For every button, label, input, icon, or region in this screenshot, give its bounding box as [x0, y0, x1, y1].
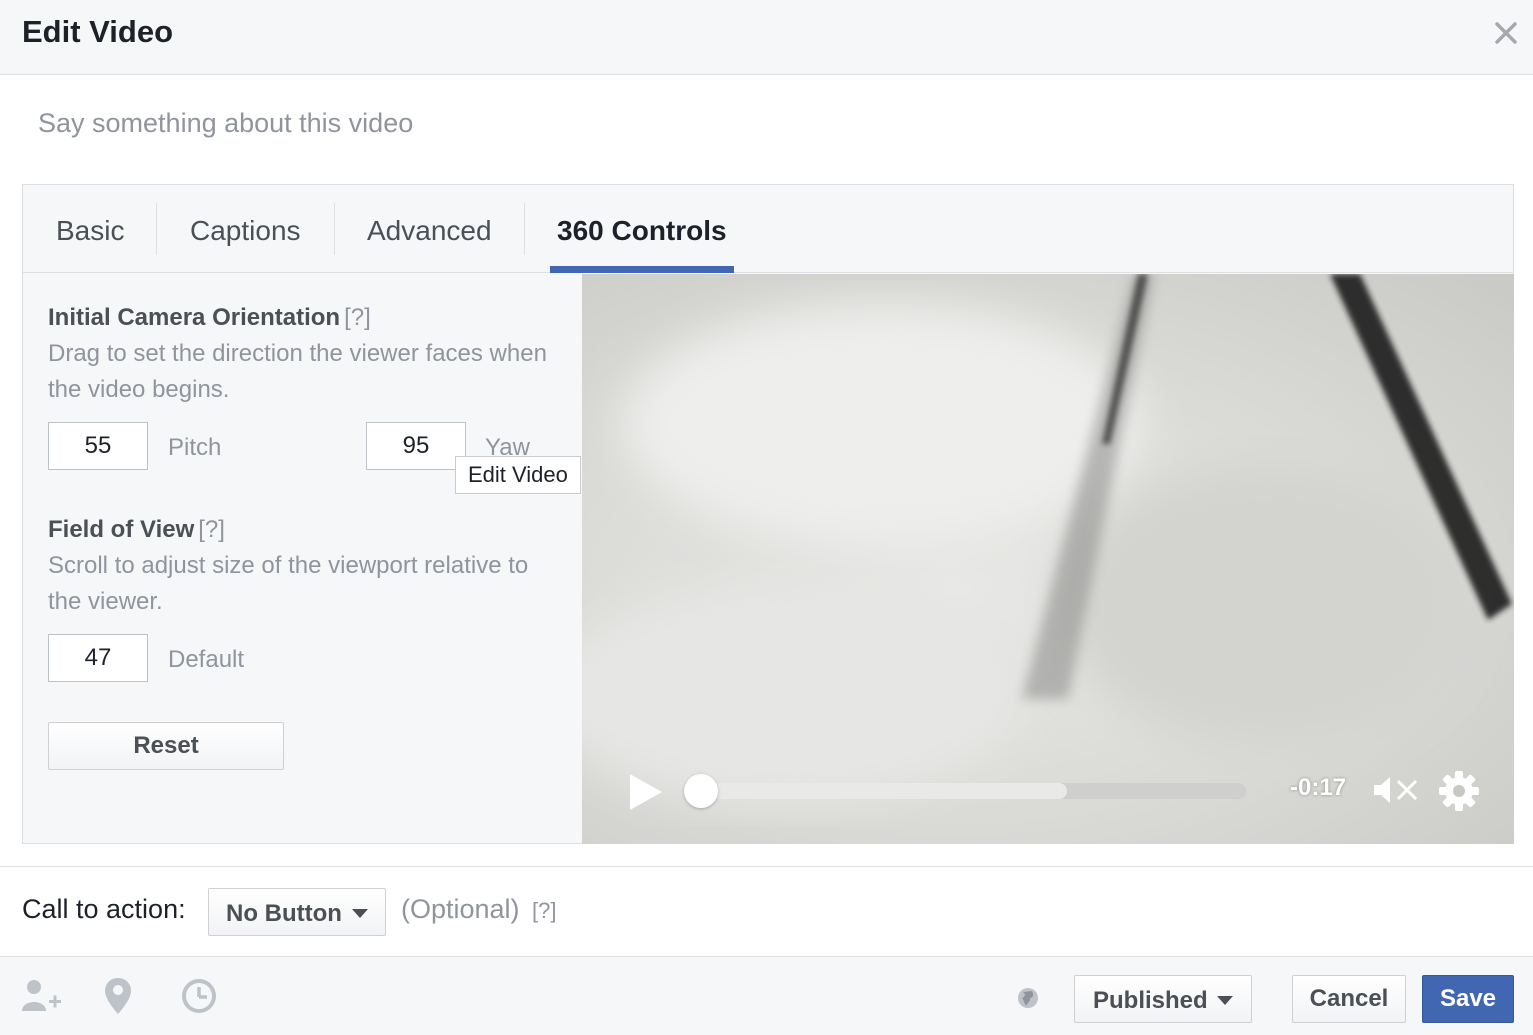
mute-icon[interactable] [1372, 775, 1420, 805]
privacy-value: Published [1093, 987, 1208, 1014]
camera-orientation-title: Initial Camera Orientation [48, 304, 341, 331]
call-to-action-value: No Button [226, 900, 342, 927]
cancel-button[interactable]: Cancel [1292, 975, 1406, 1023]
dialog-title: Edit Video [22, 14, 174, 49]
field-of-view-title: Field of View [48, 516, 195, 543]
optional-label: (Optional) [401, 894, 520, 924]
yaw-input[interactable]: 95 [366, 422, 466, 470]
chevron-down-icon [1217, 996, 1233, 1005]
reset-button[interactable]: Reset [48, 722, 284, 770]
call-to-action-label: Call to action: [22, 894, 186, 924]
gear-icon[interactable] [1438, 770, 1480, 812]
active-tab-indicator [550, 266, 734, 273]
buffered-bar [686, 783, 1067, 799]
privacy-selector[interactable]: Published [1074, 975, 1252, 1023]
camera-orientation-heading: Initial Camera Orientation [?] [48, 304, 371, 332]
call-to-action-dropdown[interactable]: No Button [208, 888, 386, 936]
tab-bar: Basic Captions Advanced 360 Controls [23, 185, 1513, 273]
tag-people-icon[interactable] [20, 977, 62, 1015]
video-frame [582, 274, 1512, 804]
globe-icon [1018, 988, 1038, 1008]
tab-divider [156, 203, 157, 255]
seek-handle[interactable] [684, 774, 718, 808]
close-icon[interactable] [1493, 18, 1519, 48]
pitch-input[interactable]: 55 [48, 422, 148, 470]
pitch-label: Pitch [168, 434, 222, 461]
video-preview[interactable]: -0:17 [582, 274, 1514, 844]
play-icon[interactable] [628, 772, 664, 812]
tab-divider [524, 203, 525, 255]
tab-360-controls[interactable]: 360 Controls [557, 215, 727, 247]
controls-pane: Initial Camera Orientation [?] Drag to se… [23, 274, 582, 844]
chevron-down-icon [352, 909, 368, 918]
tooltip: Edit Video [455, 456, 581, 494]
tab-divider [334, 203, 335, 255]
fov-input[interactable]: 47 [48, 634, 148, 682]
location-pin-icon[interactable] [104, 977, 132, 1015]
time-remaining: -0:17 [1290, 774, 1347, 801]
save-button[interactable]: Save [1422, 975, 1514, 1023]
edit-panel: Basic Captions Advanced 360 Controls Ini… [22, 184, 1514, 844]
video-description-input[interactable]: Say something about this video [38, 108, 413, 139]
fov-default-label: Default [168, 646, 245, 673]
fov-help-link[interactable]: [?] [198, 516, 225, 543]
clock-icon[interactable] [180, 977, 218, 1015]
section-divider [0, 866, 1533, 867]
field-of-view-heading: Field of View [?] [48, 516, 225, 544]
dialog-footer: Published Cancel Save [0, 956, 1533, 1035]
camera-orientation-description: Drag to set the direction the viewer fac… [48, 340, 547, 403]
cta-help-link[interactable]: [?] [532, 898, 556, 924]
tab-advanced[interactable]: Advanced [367, 215, 492, 247]
camera-help-link[interactable]: [?] [344, 304, 371, 331]
tab-basic[interactable]: Basic [56, 215, 124, 247]
dialog-header: Edit Video [0, 0, 1533, 75]
field-of-view-description: Scroll to adjust size of the viewport re… [48, 552, 529, 615]
seek-bar[interactable] [684, 774, 1246, 808]
tab-captions[interactable]: Captions [190, 215, 301, 247]
